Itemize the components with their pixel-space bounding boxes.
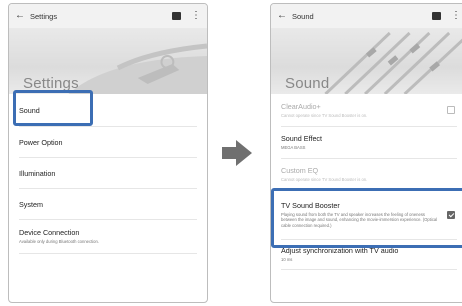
app-bar: ← Settings ⋮ <box>9 4 207 28</box>
sound-settings-list: ClearAudio+ Cannot operate since TV Soun… <box>271 94 462 270</box>
settings-list: Sound Power Option Illumination System D… <box>9 94 207 254</box>
item-label: Illumination <box>19 168 56 178</box>
item-sub: Available only during Bluetooth connecti… <box>19 239 100 245</box>
item-label: Sound <box>19 105 40 115</box>
back-arrow-icon[interactable]: ← <box>277 11 287 21</box>
list-item-tv-sound-booster[interactable]: TV Sound Booster Playing sound from both… <box>281 190 457 240</box>
list-item-sound[interactable]: Sound <box>19 94 197 127</box>
item-label: Custom EQ <box>281 165 319 175</box>
more-vert-icon[interactable]: ⋮ <box>191 11 201 21</box>
tv-icon[interactable] <box>432 12 441 20</box>
item-label: Device Connection <box>19 228 80 238</box>
list-item-device-connection[interactable]: Device Connection Available only during … <box>19 220 197 254</box>
item-sub: Cannot operate since TV Sound Booster is… <box>281 176 368 182</box>
app-bar-title: Settings <box>30 11 58 21</box>
app-bar: ← Sound ⋮ <box>271 4 462 28</box>
list-item-illumination[interactable]: Illumination <box>19 158 197 189</box>
app-bar-title: Sound <box>292 11 314 21</box>
page-title: Sound <box>285 75 330 92</box>
item-sub: Cannot operate since TV Sound Booster is… <box>281 112 368 118</box>
item-sub: Playing sound from both the TV and speak… <box>281 211 438 228</box>
tv-icon[interactable] <box>172 12 181 20</box>
more-vert-icon[interactable]: ⋮ <box>451 11 461 21</box>
list-item-sound-effect[interactable]: Sound Effect MEGA BASS <box>281 127 457 159</box>
hero-banner: Sound <box>271 28 462 94</box>
sound-screen: ← Sound ⋮ Sound ClearAudio+ Cannot opera… <box>270 3 462 303</box>
checkbox-icon[interactable] <box>447 210 455 219</box>
settings-screen: ← Settings ⋮ Settings Sound Power Option… <box>8 3 208 303</box>
item-sub: MEGA BASS <box>281 145 306 151</box>
item-label: ClearAudio+ <box>281 101 321 111</box>
item-label: Sound Effect <box>281 134 323 144</box>
item-label: TV Sound Booster <box>281 200 340 210</box>
item-label: Adjust synchronization with TV audio <box>281 246 399 256</box>
right-arrow-icon <box>222 140 252 166</box>
hero-banner: Settings <box>9 28 207 94</box>
item-label: Power Option <box>19 137 63 147</box>
back-arrow-icon[interactable]: ← <box>15 11 25 21</box>
item-label: System <box>19 199 43 209</box>
checkbox-icon[interactable] <box>447 106 455 114</box>
list-item-custom-eq[interactable]: Custom EQ Cannot operate since TV Sound … <box>281 159 457 190</box>
item-sub: 10 ms <box>281 257 293 263</box>
list-item-clearaudio[interactable]: ClearAudio+ Cannot operate since TV Soun… <box>281 94 457 127</box>
page-title: Settings <box>23 75 79 92</box>
list-item-adjust-sync[interactable]: Adjust synchronization with TV audio 10 … <box>281 240 457 270</box>
list-item-system[interactable]: System <box>19 189 197 220</box>
list-item-power-option[interactable]: Power Option <box>19 127 197 158</box>
